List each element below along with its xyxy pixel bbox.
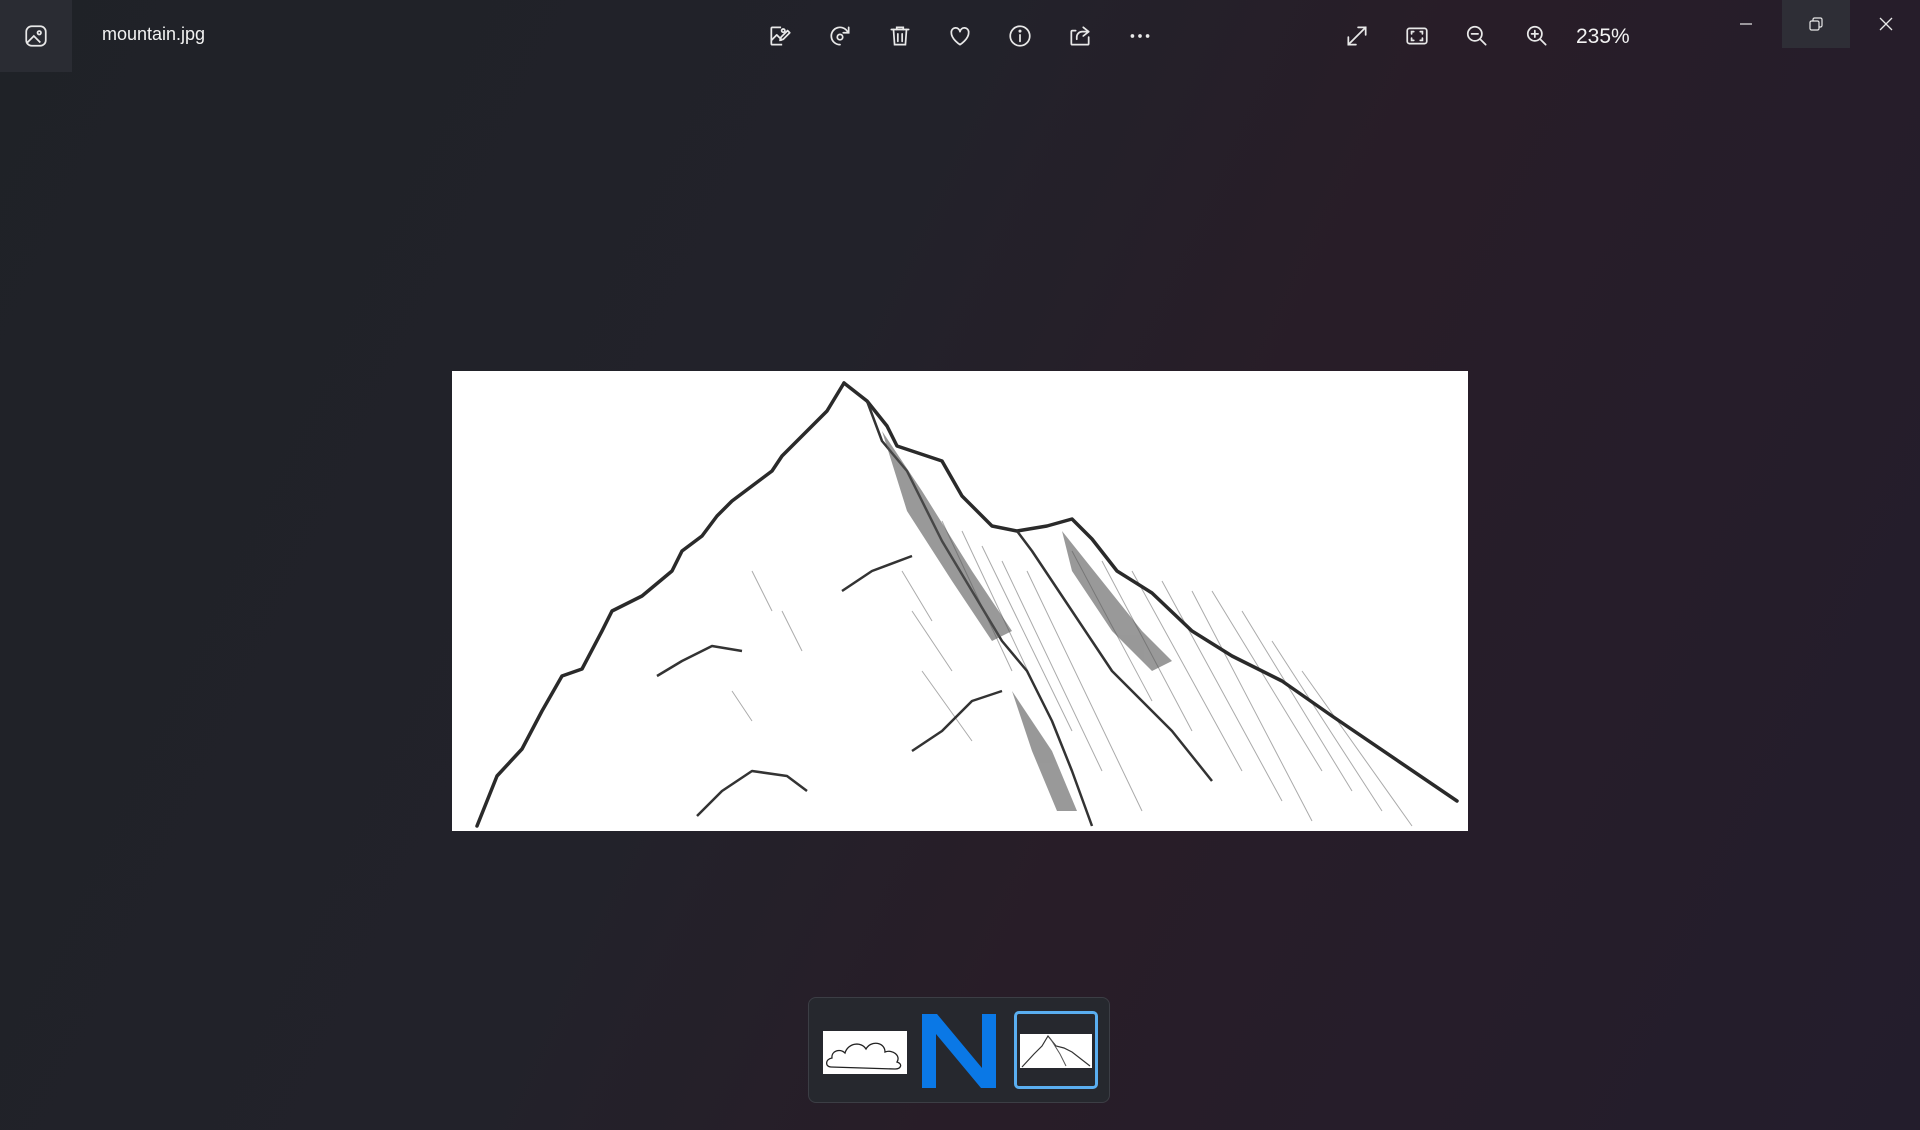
photos-app-icon[interactable] — [0, 0, 72, 72]
more-icon — [1130, 34, 1150, 38]
share-icon — [1070, 26, 1090, 46]
edit-image-icon — [770, 26, 791, 46]
minimize-button[interactable] — [1712, 0, 1780, 48]
favorite-button[interactable] — [940, 16, 980, 56]
restore-button[interactable] — [1782, 0, 1850, 48]
close-icon — [1879, 17, 1893, 31]
file-name: mountain.jpg — [102, 24, 206, 44]
share-button[interactable] — [1060, 16, 1100, 56]
full-screen-button[interactable] — [1337, 16, 1377, 56]
rotate-button[interactable] — [820, 16, 860, 56]
letter-n-icon — [922, 1014, 996, 1088]
minimize-icon — [1740, 23, 1752, 25]
main-image[interactable] — [452, 371, 1468, 831]
heart-icon — [950, 27, 970, 46]
mountain-thumb-icon — [1021, 1034, 1091, 1068]
thumbnail-letter-n[interactable] — [917, 1010, 1001, 1092]
see-more-button[interactable] — [1120, 16, 1160, 56]
zoom-out-icon — [1466, 25, 1487, 46]
info-icon — [1009, 25, 1031, 47]
restore-icon — [1809, 17, 1823, 31]
file-info-button[interactable] — [1000, 16, 1040, 56]
expand-icon — [1347, 26, 1367, 46]
fit-window-icon — [1406, 27, 1428, 45]
title-bar: mountain.jpg 235% — [0, 0, 1920, 72]
rotate-icon — [830, 26, 850, 46]
close-button[interactable] — [1852, 0, 1920, 48]
edit-image-button[interactable] — [760, 16, 800, 56]
thumbnail-mountain-selected[interactable] — [1014, 1011, 1098, 1089]
zoom-level[interactable]: 235% — [1576, 25, 1630, 49]
zoom-out-button[interactable] — [1457, 16, 1497, 56]
filmstrip — [808, 997, 1110, 1103]
fit-to-window-button[interactable] — [1397, 16, 1437, 56]
trash-icon — [890, 26, 910, 46]
delete-button[interactable] — [880, 16, 920, 56]
cloud-icon — [825, 1042, 902, 1070]
zoom-in-icon — [1526, 25, 1547, 46]
mountain-sketch — [475, 381, 1459, 828]
zoom-in-button[interactable] — [1517, 16, 1557, 56]
thumbnail-cloud[interactable] — [823, 1031, 907, 1074]
